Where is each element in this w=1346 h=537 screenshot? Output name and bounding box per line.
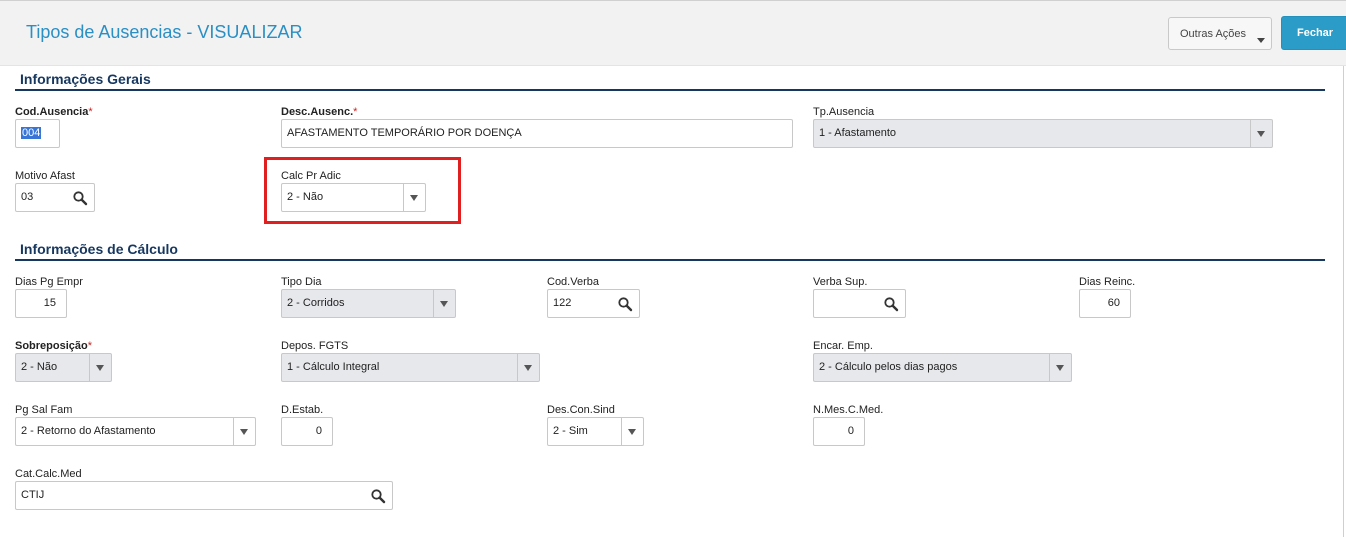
tp-ausencia-select[interactable]: 1 - Afastamento bbox=[813, 119, 1273, 148]
cod-verba-value: 122 bbox=[553, 297, 572, 309]
n-mes-c-med-value: 0 bbox=[847, 425, 854, 437]
encar-emp-select[interactable]: 2 - Cálculo pelos dias pagos bbox=[813, 353, 1072, 382]
chevron-down-icon bbox=[89, 354, 111, 381]
encar-emp-label: Encar. Emp. bbox=[813, 340, 873, 352]
tipo-dia-value: 2 - Corridos bbox=[287, 297, 345, 309]
d-estab-field[interactable]: 0 bbox=[281, 417, 333, 446]
cod-ausencia-label: Cod.Ausencia* bbox=[15, 106, 93, 118]
outras-acoes-button[interactable]: Outras Ações bbox=[1168, 17, 1272, 50]
n-mes-c-med-field[interactable]: 0 bbox=[813, 417, 865, 446]
motivo-afast-value: 03 bbox=[21, 191, 34, 203]
section-divider-gerais bbox=[15, 89, 1325, 91]
cod-verba-label: Cod.Verba bbox=[547, 276, 599, 288]
outras-acoes-label: Outras Ações bbox=[1180, 27, 1247, 40]
chevron-down-icon bbox=[621, 418, 643, 445]
cod-ausencia-value: 004 bbox=[21, 127, 42, 139]
sobreposicao-select[interactable]: 2 - Não bbox=[15, 353, 112, 382]
desc-ausenc-label: Desc.Ausenc.* bbox=[281, 106, 358, 118]
header-bar: Tipos de Ausencias - VISUALIZAR Outras A… bbox=[0, 0, 1346, 66]
search-icon[interactable] bbox=[617, 296, 633, 312]
tipo-dia-select[interactable]: 2 - Corridos bbox=[281, 289, 456, 318]
tp-ausencia-label: Tp.Ausencia bbox=[813, 106, 875, 118]
d-estab-value: 0 bbox=[315, 425, 322, 437]
des-con-sind-label: Des.Con.Sind bbox=[547, 404, 615, 416]
sobreposicao-label: Sobreposição* bbox=[15, 340, 93, 352]
verba-sup-label: Verba Sup. bbox=[813, 276, 868, 288]
desc-ausenc-value: AFASTAMENTO TEMPORÁRIO POR DOENÇA bbox=[287, 127, 522, 139]
cat-calc-med-label: Cat.Calc.Med bbox=[15, 468, 82, 480]
caret-down-icon bbox=[1257, 38, 1265, 43]
dias-pg-empr-field[interactable]: 15 bbox=[15, 289, 67, 318]
dias-pg-empr-label: Dias Pg Empr bbox=[15, 276, 83, 288]
page: Tipos de Ausencias - VISUALIZAR Outras A… bbox=[0, 0, 1346, 537]
dias-pg-empr-value: 15 bbox=[43, 297, 56, 309]
dias-reinc-label: Dias Reinc. bbox=[1079, 276, 1136, 288]
dias-reinc-field[interactable]: 60 bbox=[1079, 289, 1131, 318]
chevron-down-icon bbox=[1049, 354, 1071, 381]
search-icon[interactable] bbox=[883, 296, 899, 312]
depos-fgts-label: Depos. FGTS bbox=[281, 340, 349, 352]
tipo-dia-label: Tipo Dia bbox=[281, 276, 322, 288]
calc-pr-adic-select[interactable]: 2 - Não bbox=[281, 183, 426, 212]
cat-calc-med-field[interactable]: CTIJ bbox=[15, 481, 393, 510]
cat-calc-med-value: CTIJ bbox=[21, 489, 45, 501]
chevron-down-icon bbox=[433, 290, 455, 317]
encar-emp-value: 2 - Cálculo pelos dias pagos bbox=[819, 361, 958, 373]
chevron-down-icon bbox=[233, 418, 255, 445]
right-divider bbox=[1343, 66, 1344, 537]
pg-sal-fam-label: Pg Sal Fam bbox=[15, 404, 73, 416]
motivo-afast-label: Motivo Afast bbox=[15, 170, 75, 182]
calc-pr-adic-value: 2 - Não bbox=[287, 191, 324, 203]
pg-sal-fam-select[interactable]: 2 - Retorno do Afastamento bbox=[15, 417, 256, 446]
cod-ausencia-field[interactable]: 004 bbox=[15, 119, 60, 148]
search-icon[interactable] bbox=[370, 488, 386, 504]
section-title-calculo: Informações de Cálculo bbox=[20, 241, 178, 257]
desc-ausenc-field[interactable]: AFASTAMENTO TEMPORÁRIO POR DOENÇA bbox=[281, 119, 793, 148]
tp-ausencia-value: 1 - Afastamento bbox=[819, 127, 897, 139]
n-mes-c-med-label: N.Mes.C.Med. bbox=[813, 404, 884, 416]
sobreposicao-value: 2 - Não bbox=[21, 361, 58, 373]
cod-verba-field[interactable]: 122 bbox=[547, 289, 640, 318]
fechar-button[interactable]: Fechar bbox=[1281, 16, 1346, 50]
des-con-sind-value: 2 - Sim bbox=[553, 425, 588, 437]
search-icon[interactable] bbox=[72, 190, 88, 206]
d-estab-label: D.Estab. bbox=[281, 404, 324, 416]
dias-reinc-value: 60 bbox=[1107, 297, 1120, 309]
motivo-afast-field[interactable]: 03 bbox=[15, 183, 95, 212]
calc-pr-adic-label: Calc Pr Adic bbox=[281, 170, 341, 182]
depos-fgts-value: 1 - Cálculo Integral bbox=[287, 361, 380, 373]
verba-sup-field[interactable] bbox=[813, 289, 906, 318]
pg-sal-fam-value: 2 - Retorno do Afastamento bbox=[21, 425, 156, 437]
des-con-sind-select[interactable]: 2 - Sim bbox=[547, 417, 644, 446]
page-title: Tipos de Ausencias - VISUALIZAR bbox=[26, 22, 303, 42]
chevron-down-icon bbox=[403, 184, 425, 211]
chevron-down-icon bbox=[1250, 120, 1272, 147]
section-divider-calculo bbox=[15, 259, 1325, 261]
section-title-gerais: Informações Gerais bbox=[20, 71, 151, 87]
depos-fgts-select[interactable]: 1 - Cálculo Integral bbox=[281, 353, 540, 382]
chevron-down-icon bbox=[517, 354, 539, 381]
